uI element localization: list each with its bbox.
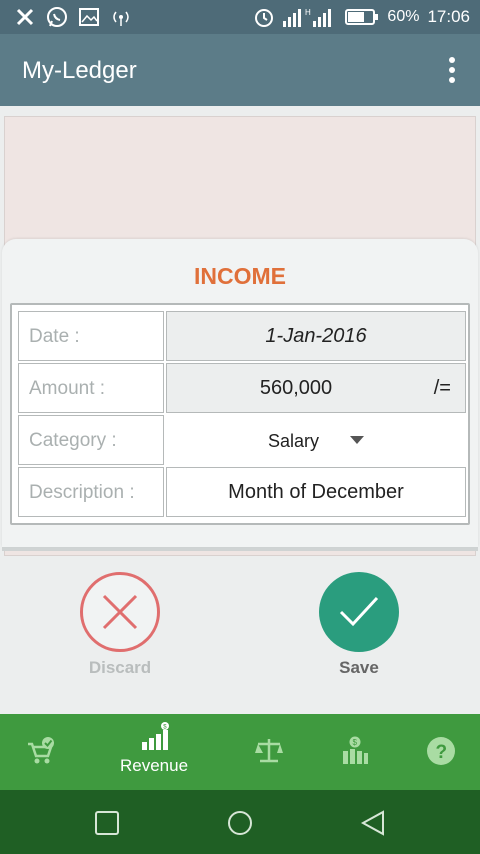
nav-label-revenue: Revenue	[119, 756, 189, 775]
nav-item-budget[interactable]: $	[314, 714, 394, 790]
svg-text:?: ?	[436, 742, 448, 763]
chevron-down-icon	[350, 436, 365, 444]
discard-circle[interactable]	[80, 572, 160, 652]
cart-check-icon	[28, 737, 54, 764]
battery-percent: 60%	[387, 8, 420, 25]
app-bar: My-Ledger	[0, 34, 480, 106]
category-dropdown[interactable]: Salary	[166, 415, 466, 465]
battery-icon	[345, 6, 379, 28]
date-row: Date : 1-Jan-2016	[18, 311, 466, 361]
back-icon[interactable]	[360, 810, 386, 836]
amount-unit: /=	[433, 377, 451, 399]
svg-text:H: H	[305, 8, 311, 17]
revenue-chart-icon: $	[142, 722, 169, 750]
content-area: INCOME Date : 1-Jan-2016 Amount : 560,00…	[0, 106, 480, 714]
amount-row: Amount : 560,000 /=	[18, 363, 466, 413]
category-row: Category : Salary	[18, 415, 466, 465]
description-row: Description : Month of December	[18, 467, 466, 517]
help-icon: ?	[427, 737, 455, 765]
amount-field[interactable]: 560,000 /=	[166, 363, 466, 413]
save-label: Save	[339, 658, 379, 677]
save-button[interactable]: Save	[299, 572, 419, 678]
signal-icon: H	[283, 6, 337, 28]
date-field[interactable]: 1-Jan-2016	[166, 311, 466, 361]
dialog-title: INCOME	[194, 263, 286, 289]
gallery-icon	[78, 6, 100, 28]
category-label: Category :	[18, 415, 164, 465]
system-navigation	[0, 790, 480, 854]
recent-apps-icon[interactable]	[94, 810, 120, 836]
income-form: Date : 1-Jan-2016 Amount : 560,000 /= Ca…	[10, 303, 470, 525]
discard-label: Discard	[88, 658, 152, 677]
app-title: My-Ledger	[22, 57, 137, 84]
amount-label: Amount :	[18, 363, 164, 413]
nav-item-purchases[interactable]	[0, 714, 80, 790]
amount-value: 560,000	[259, 377, 333, 399]
nav-item-balance[interactable]	[228, 714, 308, 790]
status-bar: H 60% 17:06	[0, 0, 480, 34]
overflow-menu-icon[interactable]	[446, 56, 458, 84]
bottom-navigation: $ Revenue $ ?	[0, 714, 480, 790]
hotspot-icon	[110, 6, 132, 28]
x-icon	[14, 6, 36, 28]
description-field[interactable]: Month of December	[166, 467, 466, 517]
balance-scale-icon	[255, 739, 283, 763]
nav-item-revenue[interactable]: $ Revenue	[114, 714, 194, 790]
category-value: Salary	[267, 431, 319, 451]
income-dialog: INCOME Date : 1-Jan-2016 Amount : 560,00…	[2, 239, 478, 547]
money-bars-icon: $	[343, 736, 368, 764]
whatsapp-icon	[46, 6, 68, 28]
description-label: Description :	[18, 467, 164, 517]
close-icon	[102, 594, 138, 630]
save-circle[interactable]	[319, 572, 399, 652]
nav-item-help[interactable]: ?	[400, 714, 480, 790]
discard-button[interactable]: Discard	[60, 572, 180, 678]
home-icon[interactable]	[227, 810, 253, 836]
svg-text:$: $	[353, 738, 358, 747]
date-label: Date :	[18, 311, 164, 361]
check-icon	[339, 596, 379, 627]
alarm-icon	[253, 6, 275, 28]
clock: 17:06	[427, 7, 470, 26]
